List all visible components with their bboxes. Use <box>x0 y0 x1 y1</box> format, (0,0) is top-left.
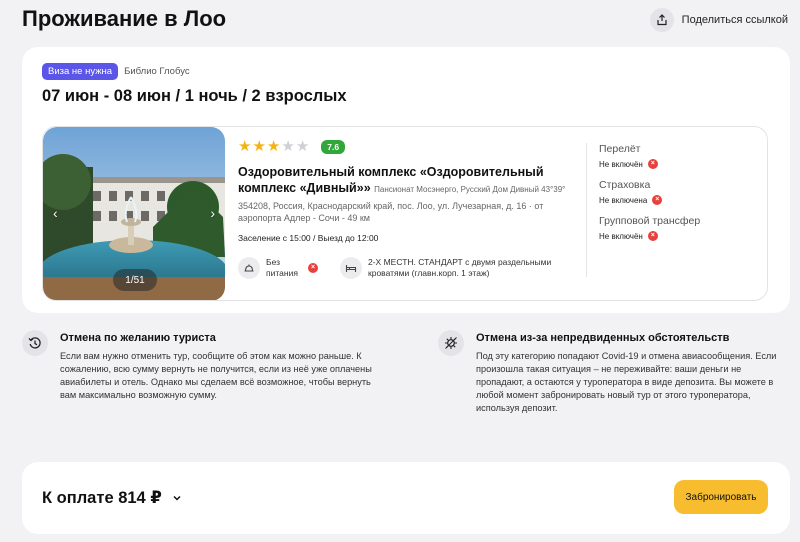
meal-plan-label: Без питания <box>266 257 298 278</box>
share-link-label: Поделиться ссылкой <box>681 14 788 26</box>
extra-status-text: Не включена <box>599 195 648 205</box>
not-included-icon: × <box>647 159 658 169</box>
star-icon: ★ <box>266 138 281 155</box>
meal-plan: Без питания × <box>238 257 318 279</box>
bed-icon <box>340 257 362 279</box>
rating-row: ★ ★ ★ ★ ★ 7.6 <box>238 139 583 154</box>
extra-status-text: Не включён <box>599 231 643 241</box>
share-link-button[interactable]: Поделиться ссылкой <box>649 8 788 32</box>
page-title: Проживание в Лоо <box>22 6 227 31</box>
star-icon: ★ <box>295 138 310 155</box>
book-button[interactable]: Забронировать <box>674 480 768 514</box>
extra-title: Перелёт <box>599 143 641 155</box>
hotel-card: ‹ › 1/51 ★ ★ ★ ★ ★ 7.6 Оздоровительный компл… <box>42 126 768 301</box>
not-included-icon: × <box>652 195 663 205</box>
divider <box>586 143 587 277</box>
extra-title: Групповой трансфер <box>599 215 701 227</box>
star-icon: ★ <box>238 138 252 155</box>
policy-text: Под эту категорию попадают Covid-19 и от… <box>476 351 777 413</box>
policy-title: Отмена по желанию туриста <box>60 332 216 344</box>
hotel-alt-names: Пансионат Мосэнерго, Русский Дом Дивный … <box>374 185 566 194</box>
checkin-times: Заселение с 15:00 / Выезд до 12:00 <box>238 233 379 243</box>
chevron-down-icon <box>173 495 181 501</box>
hotel-features: Без питания × 2-Х МЕСТН. СТАНДАРТ с двум… <box>238 257 583 279</box>
room-type-label: 2-Х МЕСТН. СТАНДАРТ с двумя раздельными … <box>368 257 552 278</box>
hotel-name[interactable]: Оздоровительный комплекс «Оздоровительны… <box>238 164 583 198</box>
policy-text: Если вам нужно отменить тур, сообщите об… <box>60 351 372 400</box>
hotel-photo[interactable]: ‹ › 1/51 <box>43 127 225 300</box>
total-price-toggle[interactable]: К оплате 814 ₽ <box>42 488 182 508</box>
extra-insurance: Страховка Не включена × <box>599 179 759 205</box>
extra-flight: Перелёт Не включён × <box>599 143 759 169</box>
share-icon <box>649 8 674 32</box>
tour-dates: 07 июн - 08 июн / 1 ночь / 2 взрослых <box>42 87 347 105</box>
photo-prev-arrow[interactable]: ‹ <box>53 205 58 221</box>
room-type: 2-Х МЕСТН. СТАНДАРТ с двумя раздельными … <box>340 257 558 279</box>
top-bar: Проживание в Лоо Поделиться ссылкой <box>0 0 800 40</box>
review-score: 7.6 <box>321 139 346 154</box>
photo-next-arrow[interactable]: › <box>210 205 215 221</box>
star-rating: ★ ★ ★ ★ ★ <box>238 139 309 154</box>
history-icon <box>22 330 48 356</box>
meal-icon <box>238 257 260 279</box>
virus-icon <box>438 330 464 356</box>
hotel-address: 354208, Россия, Краснодарский край, пос.… <box>238 201 544 223</box>
hotel-info: ★ ★ ★ ★ ★ 7.6 Оздоровительный комплекс «Оздо… <box>238 139 583 279</box>
photo-counter: 1/51 <box>113 269 157 291</box>
extra-transfer: Групповой трансфер Не включён × <box>599 215 759 241</box>
star-icon: ★ <box>281 138 295 155</box>
tour-card: Виза не нужна Библио Глобус 07 июн - 08 … <box>22 47 790 313</box>
star-icon: ★ <box>252 138 266 155</box>
extra-status: Не включён × <box>599 231 759 241</box>
visa-badge: Виза не нужна <box>42 63 119 80</box>
policy-title: Отмена из-за непредвиденных обстоятельст… <box>476 332 730 344</box>
extra-status-text: Не включён <box>599 159 643 169</box>
tour-operator: Библио Глобус <box>124 66 190 77</box>
not-included-icon: × <box>308 263 318 273</box>
extra-title: Страховка <box>599 179 651 191</box>
extra-status: Не включён × <box>599 159 759 169</box>
checkout-bar: К оплате 814 ₽ Забронировать <box>22 462 790 534</box>
not-included-icon: × <box>647 231 658 241</box>
extra-status: Не включена × <box>599 195 759 205</box>
tour-extras: Перелёт Не включён × Страховка Не включе… <box>599 143 759 251</box>
total-price: К оплате 814 ₽ <box>42 489 162 507</box>
tour-badges: Виза не нужна Библио Глобус <box>42 63 190 80</box>
